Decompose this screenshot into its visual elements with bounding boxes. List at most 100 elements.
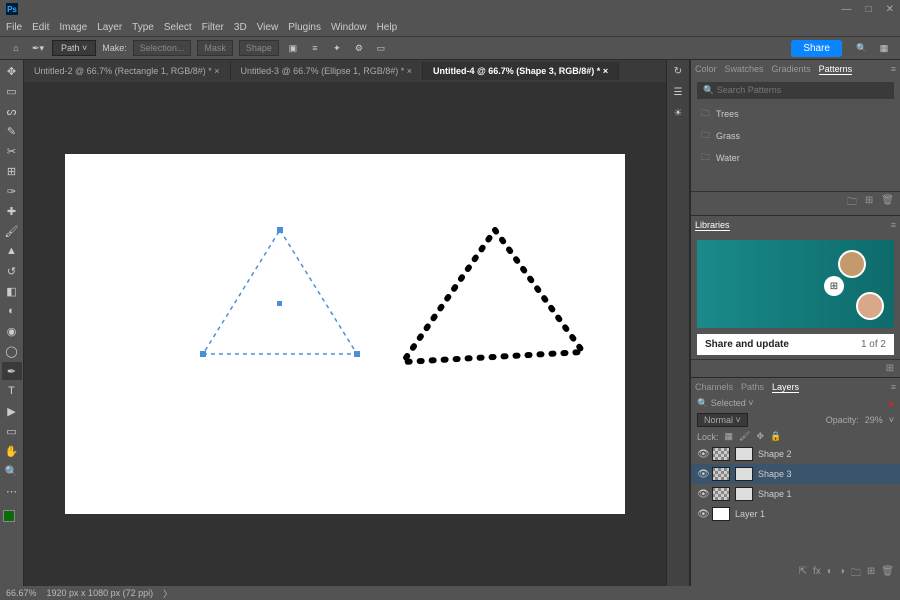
path-ops-icon[interactable]: ▣ <box>285 40 301 56</box>
tab-paths[interactable]: Paths <box>741 382 764 392</box>
tab-swatches[interactable]: Swatches <box>725 64 764 74</box>
crop-tool[interactable]: ✂ <box>2 142 22 160</box>
libraries-preview[interactable]: ⊞ <box>697 240 894 328</box>
workspace-icon[interactable]: ▦ <box>876 40 892 56</box>
visibility-icon[interactable]: 👁 <box>697 449 707 460</box>
history-panel-icon[interactable]: ↻ <box>674 66 682 77</box>
menu-select[interactable]: Select <box>164 22 192 33</box>
minimize-button[interactable]: — <box>842 4 852 15</box>
delete-layer-icon[interactable]: 🗑 <box>881 566 894 583</box>
menu-layer[interactable]: Layer <box>97 22 122 33</box>
lock-all-icon[interactable]: 🔒 <box>770 431 781 442</box>
frame-tool[interactable]: ⊞ <box>2 162 22 180</box>
layer-row-layer-1[interactable]: 👁 Layer 1 <box>691 504 900 524</box>
lock-pixels-icon[interactable]: 🖌 <box>739 431 750 442</box>
menu-type[interactable]: Type <box>132 22 154 33</box>
panel-menu-icon[interactable]: ≡ <box>891 220 896 230</box>
mode-select[interactable]: Path ˅ <box>52 40 96 56</box>
type-tool[interactable]: T <box>2 382 22 400</box>
properties-panel-icon[interactable]: ☰ <box>674 87 683 98</box>
menu-plugins[interactable]: Plugins <box>288 22 321 33</box>
pattern-folder-grass[interactable]: 🗀Grass <box>691 125 900 147</box>
menu-file[interactable]: File <box>6 22 22 33</box>
layer-row-shape-1[interactable]: 👁 Shape 1 <box>691 484 900 504</box>
document-tab-0[interactable]: Untitled-2 @ 66.7% (Rectangle 1, RGB/8#)… <box>24 62 231 80</box>
marquee-tool[interactable]: ▭ <box>2 82 22 100</box>
hand-tool[interactable]: ✋ <box>2 442 22 460</box>
gear-icon[interactable]: ⚙ <box>351 40 367 56</box>
selection-button[interactable]: Selection... <box>133 40 192 56</box>
pattern-folder-water[interactable]: 🗀Water <box>691 147 900 169</box>
tab-libraries[interactable]: Libraries <box>695 220 730 231</box>
menu-window[interactable]: Window <box>331 22 367 33</box>
menu-view[interactable]: View <box>257 22 279 33</box>
zoom-tool[interactable]: 🔍 <box>2 462 22 480</box>
lock-position-icon[interactable]: ✥ <box>756 431 764 442</box>
color-swatches[interactable] <box>3 506 21 524</box>
triangle-dotted-shape[interactable] <box>395 224 595 374</box>
lasso-tool[interactable]: ᔕ <box>2 102 22 120</box>
menu-filter[interactable]: Filter <box>202 22 224 33</box>
align-icon[interactable]: ≡ <box>307 40 323 56</box>
fx-icon[interactable]: fx <box>813 566 821 583</box>
lock-transparency-icon[interactable]: ▦ <box>725 431 734 442</box>
home-icon[interactable]: ⌂ <box>8 40 24 56</box>
pattern-folder-trees[interactable]: 🗀Trees <box>691 103 900 125</box>
arrange-icon[interactable]: ✦ <box>329 40 345 56</box>
layer-row-shape-2[interactable]: 👁 Shape 2 <box>691 444 900 464</box>
shape-button[interactable]: Shape <box>239 40 279 56</box>
visibility-icon[interactable]: 👁 <box>697 489 707 500</box>
pen-tool[interactable]: ✒ <box>2 362 22 380</box>
panel-menu-icon[interactable]: ≡ <box>891 382 896 392</box>
tab-color[interactable]: Color <box>695 64 717 74</box>
search-icon[interactable]: 🔍 <box>854 40 870 56</box>
shape-tool[interactable]: ▭ <box>2 422 22 440</box>
maximize-button[interactable]: □ <box>866 4 872 15</box>
rubber-band-icon[interactable]: ▭ <box>373 40 389 56</box>
new-group-icon[interactable]: 🗀 <box>847 195 857 212</box>
close-button[interactable]: ✕ <box>886 4 894 15</box>
mask-icon[interactable]: ◐ <box>827 566 833 583</box>
tab-layers[interactable]: Layers <box>772 382 799 393</box>
tab-channels[interactable]: Channels <box>695 382 733 392</box>
adjustments-panel-icon[interactable]: ☀ <box>674 108 683 119</box>
panel-menu-icon[interactable]: ≡ <box>891 64 896 74</box>
visibility-icon[interactable]: 👁 <box>697 509 707 520</box>
eyedropper-tool[interactable]: ✑ <box>2 182 22 200</box>
layer-row-shape-3[interactable]: 👁 Shape 3 <box>691 464 900 484</box>
patterns-search[interactable]: 🔍 Search Patterns <box>697 82 894 99</box>
menu-edit[interactable]: Edit <box>32 22 49 33</box>
filter-toggle[interactable]: ● <box>889 399 894 409</box>
tool-preset-icon[interactable]: ✒▾ <box>30 40 46 56</box>
blur-tool[interactable]: ◉ <box>2 322 22 340</box>
adjustment-icon[interactable]: ◑ <box>839 566 845 583</box>
canvas-viewport[interactable] <box>24 82 666 586</box>
share-button[interactable]: Share <box>791 40 842 57</box>
delete-pattern-icon[interactable]: 🗑 <box>881 195 894 212</box>
menu-3d[interactable]: 3D <box>234 22 247 33</box>
link-layers-icon[interactable]: ⇱ <box>799 566 807 583</box>
eraser-tool[interactable]: ◧ <box>2 282 22 300</box>
new-pattern-icon[interactable]: ⊞ <box>865 195 873 212</box>
gradient-tool[interactable]: ◐ <box>2 302 22 320</box>
blend-mode-select[interactable]: Normal ˅ <box>697 413 748 427</box>
new-layer-icon[interactable]: ⊞ <box>867 566 875 583</box>
dodge-tool[interactable]: ◯ <box>2 342 22 360</box>
history-brush-tool[interactable]: ↺ <box>2 262 22 280</box>
canvas[interactable] <box>65 154 625 514</box>
quick-select-tool[interactable]: ✎ <box>2 122 22 140</box>
visibility-icon[interactable]: 👁 <box>697 469 707 480</box>
path-select-tool[interactable]: ▶ <box>2 402 22 420</box>
group-icon[interactable]: 🗀 <box>851 566 861 583</box>
tab-patterns[interactable]: Patterns <box>819 64 853 75</box>
doc-info[interactable]: 1920 px x 1080 px (72 ppi) <box>47 588 154 598</box>
document-tab-1[interactable]: Untitled-3 @ 66.7% (Ellipse 1, RGB/8#) *… <box>231 62 423 80</box>
menu-help[interactable]: Help <box>377 22 398 33</box>
triangle-path-selected[interactable] <box>195 224 365 364</box>
zoom-level[interactable]: 66.67% <box>6 588 37 598</box>
stamp-tool[interactable]: ▲ <box>2 242 22 260</box>
add-library-icon[interactable]: ⊞ <box>886 363 894 374</box>
opacity-value[interactable]: 29% <box>865 415 883 425</box>
healing-tool[interactable]: ✚ <box>2 202 22 220</box>
menu-image[interactable]: Image <box>59 22 87 33</box>
